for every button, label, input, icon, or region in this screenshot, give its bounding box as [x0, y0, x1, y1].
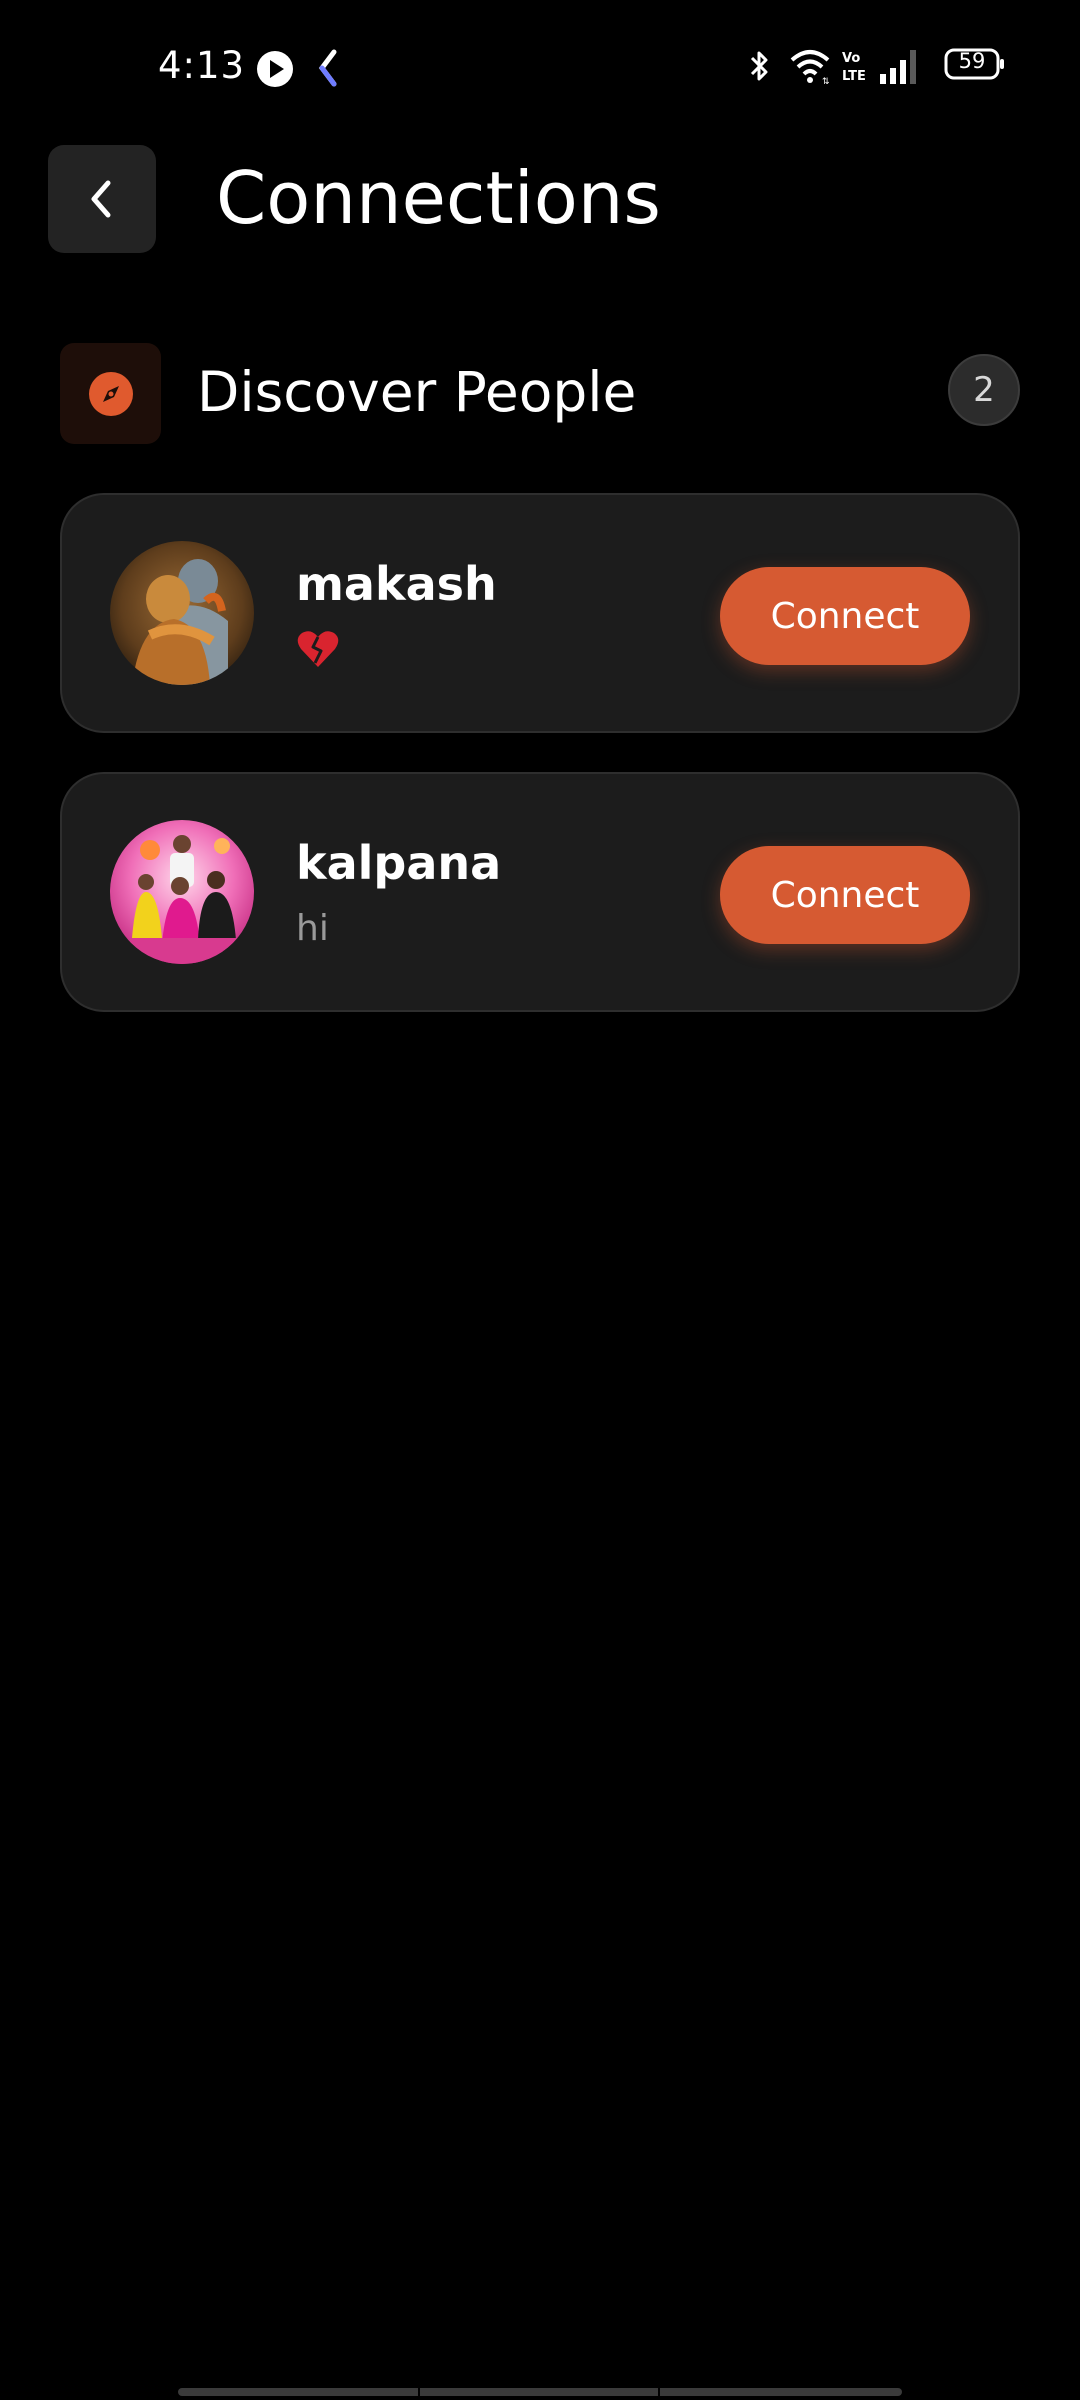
- person-card[interactable]: kalpana hi Connect: [60, 772, 1020, 1012]
- avatar[interactable]: [110, 541, 254, 685]
- person-name: makash: [296, 557, 497, 611]
- battery-level: 59: [958, 49, 986, 73]
- avatar-image: [110, 541, 254, 685]
- person-card[interactable]: makash 💔 Connect: [60, 493, 1020, 733]
- volte-icon: Vo LTE: [842, 51, 866, 84]
- app-k-icon: [318, 49, 337, 87]
- status-bar: 4:13 ⇅ Vo LTE 59: [0, 0, 1080, 130]
- gesture-bar-divider: [658, 2388, 660, 2400]
- wifi-icon: ⇅: [790, 50, 830, 86]
- back-button[interactable]: [48, 145, 156, 253]
- svg-text:⇅: ⇅: [822, 77, 830, 86]
- connect-button[interactable]: Connect: [720, 846, 970, 944]
- count-badge: 2: [948, 354, 1020, 426]
- person-name: kalpana: [296, 836, 502, 890]
- chevron-left-icon: [91, 180, 111, 218]
- gesture-bar[interactable]: [178, 2388, 902, 2400]
- discover-icon-tile: [60, 343, 161, 444]
- status-icons: ⇅ Vo LTE 59: [744, 46, 1014, 92]
- status-time: 4:13: [158, 44, 246, 87]
- avatar-image: [110, 820, 254, 964]
- gesture-bar-divider: [418, 2388, 420, 2400]
- page-title: Connections: [216, 156, 661, 240]
- person-status: hi: [296, 908, 329, 949]
- connect-button[interactable]: Connect: [720, 567, 970, 665]
- svg-text:LTE: LTE: [842, 69, 866, 84]
- person-status: 💔: [296, 629, 340, 678]
- compass-icon: [88, 371, 133, 416]
- signal-icon: [880, 50, 916, 84]
- svg-text:Vo: Vo: [842, 51, 860, 66]
- play-icon: [257, 51, 293, 87]
- avatar[interactable]: [110, 820, 254, 964]
- section-title: Discover People: [197, 360, 637, 424]
- bluetooth-icon: [750, 51, 768, 81]
